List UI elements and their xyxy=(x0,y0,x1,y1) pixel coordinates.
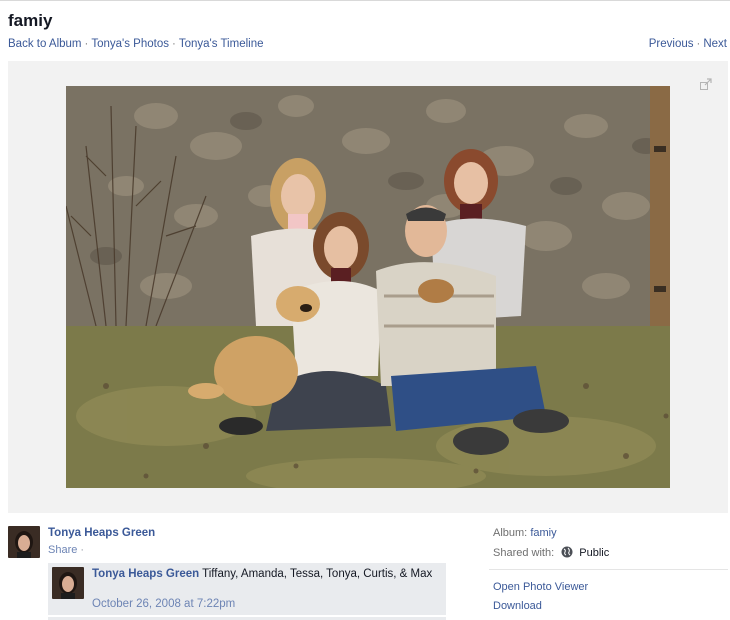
share-link[interactable]: Share xyxy=(48,544,77,556)
sidebar-divider xyxy=(489,569,728,570)
owner-avatar[interactable] xyxy=(8,526,40,558)
globe-icon[interactable] xyxy=(561,546,573,561)
commenter-avatar[interactable] xyxy=(52,567,84,599)
page-title: famiy xyxy=(8,11,53,30)
comment-author-link[interactable]: Tonya Heaps Green xyxy=(92,568,199,580)
breadcrumb-separator: · xyxy=(84,38,89,50)
breadcrumb: Back to Album · Tonya's Photos · Tonya's Tim… xyxy=(8,38,264,50)
download-link[interactable]: Download xyxy=(493,600,542,612)
album-label: Album: xyxy=(493,527,528,539)
share-row: Share · xyxy=(48,544,84,556)
album-link[interactable]: famiy xyxy=(530,527,556,539)
family-photo[interactable] xyxy=(66,86,670,488)
tonyas-timeline-link[interactable]: Tonya's Timeline xyxy=(179,38,264,50)
pager-separator: · xyxy=(696,38,701,50)
shared-with-value[interactable]: Public xyxy=(579,547,609,559)
share-separator: · xyxy=(80,544,85,556)
album-row: Album: famiy xyxy=(493,527,557,539)
comment-text: Tonya Heaps Green Tiffany, Amanda, Tessa… xyxy=(92,567,440,582)
comment-timestamp[interactable]: October 26, 2008 at 7:22pm xyxy=(92,598,235,610)
expand-icon[interactable] xyxy=(700,77,712,90)
owner-name-link[interactable]: Tonya Heaps Green xyxy=(48,527,155,539)
previous-link[interactable]: Previous xyxy=(649,38,694,50)
next-link[interactable]: Next xyxy=(703,38,727,50)
shared-with-row: Shared with: Public xyxy=(493,546,609,561)
breadcrumb-separator: · xyxy=(172,38,176,50)
download-row: Download xyxy=(493,600,542,612)
open-photo-viewer-link[interactable]: Open Photo Viewer xyxy=(493,581,588,593)
top-divider xyxy=(0,0,730,1)
comment-body: Tiffany, Amanda, Tessa, Tonya, Curtis, &… xyxy=(202,568,433,580)
back-to-album-link[interactable]: Back to Album xyxy=(8,38,82,50)
tonyas-photos-link[interactable]: Tonya's Photos xyxy=(91,38,169,50)
shared-with-label: Shared with: xyxy=(493,547,555,559)
open-viewer-row: Open Photo Viewer xyxy=(493,581,588,593)
photo-pager: Previous · Next xyxy=(649,38,727,50)
